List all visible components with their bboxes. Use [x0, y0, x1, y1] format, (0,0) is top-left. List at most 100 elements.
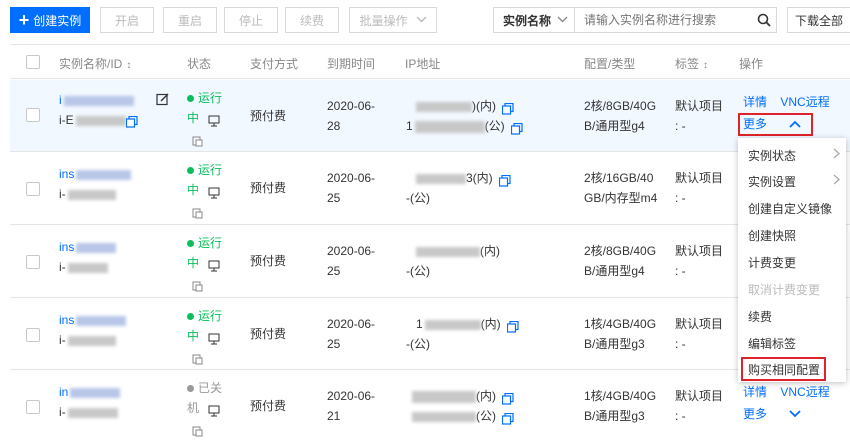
- redacted-text: [76, 315, 127, 326]
- config-cell: 1核/4GB/40G B/通用型g3: [584, 314, 656, 354]
- menu-item-instance-settings[interactable]: 实例设置: [738, 168, 846, 194]
- tags-cell: 默认项目 : -: [675, 314, 723, 354]
- renew-button[interactable]: 续费: [285, 7, 339, 33]
- redacted-text: [70, 387, 121, 398]
- row-checkbox[interactable]: [26, 108, 40, 122]
- public-ip-prefix: 1: [406, 119, 413, 133]
- highlight-box-buy-same-config: [741, 357, 826, 381]
- tag-project: 默认项目: [675, 389, 724, 403]
- payment-type: 预付费: [250, 254, 287, 268]
- table-row: ins i- 运行 中 预付费 2020-06- 25 3(内) -(公) 2核…: [10, 152, 850, 225]
- instance-name-cell: ins i-: [59, 164, 169, 204]
- redacted-text: [416, 173, 466, 184]
- stop-button[interactable]: 停止: [224, 7, 278, 33]
- status-text-2: 中: [187, 183, 200, 197]
- sort-icon[interactable]: ↕: [703, 60, 708, 71]
- create-instance-button[interactable]: + 创建实例: [10, 7, 90, 33]
- copy-icon[interactable]: [125, 114, 138, 134]
- edit-icon[interactable]: [156, 92, 169, 112]
- row-checkbox[interactable]: [26, 400, 40, 414]
- instance-name-link[interactable]: ins: [59, 313, 74, 327]
- vnc-monitor-icon[interactable]: [208, 185, 220, 199]
- vnc-monitor-icon[interactable]: [208, 403, 220, 417]
- copy-icon[interactable]: [506, 319, 519, 333]
- vnc-remote-link[interactable]: VNC远程: [780, 95, 829, 109]
- row-checkbox[interactable]: [26, 182, 40, 196]
- download-all-button[interactable]: 下载全部: [787, 7, 850, 33]
- config-spec: 2核/16GB/40: [584, 171, 654, 185]
- batch-operations-dropdown[interactable]: 批量操作: [349, 7, 437, 33]
- expiry-date-2: 25: [327, 191, 341, 205]
- instance-name-link[interactable]: ins: [59, 167, 74, 181]
- redacted-text: [414, 120, 485, 133]
- agent-icon: [191, 205, 203, 219]
- header-status: 状态: [187, 57, 212, 71]
- row-checkbox[interactable]: [26, 328, 40, 342]
- status-text-2: 机: [187, 401, 200, 415]
- status-text: 已关: [198, 381, 223, 395]
- config-cell: 2核/16GB/40 GB/内存型m4: [584, 168, 657, 208]
- detail-link[interactable]: 详情: [743, 95, 767, 109]
- search-box: 实例名称: [493, 7, 777, 33]
- menu-item-label: 实例设置: [748, 174, 797, 189]
- detail-link[interactable]: 详情: [743, 385, 767, 399]
- vnc-remote-link[interactable]: VNC远程: [780, 385, 829, 399]
- instance-id: i-: [59, 187, 66, 201]
- status-dot-icon: [187, 95, 194, 103]
- menu-item-instance-status[interactable]: 实例状态: [738, 142, 846, 168]
- header-ip: IP地址: [405, 57, 441, 71]
- private-ip: (内): [480, 317, 501, 331]
- start-button[interactable]: 开启: [100, 7, 154, 33]
- instance-name-link[interactable]: in: [59, 385, 68, 399]
- row-checkbox[interactable]: [26, 255, 40, 269]
- private-ip: )(内): [472, 99, 496, 113]
- menu-item-billing-change[interactable]: 计费变更: [738, 249, 846, 275]
- select-all-checkbox[interactable]: [26, 55, 40, 69]
- search-input[interactable]: [575, 9, 752, 31]
- instance-name-link[interactable]: i: [59, 93, 62, 107]
- instance-name-cell: ins i-: [59, 237, 169, 277]
- toolbar: + 创建实例 开启 重启 停止 续费 批量操作 实例名称 下载全部: [0, 0, 850, 40]
- copy-icon[interactable]: [502, 101, 514, 115]
- copy-icon[interactable]: [502, 411, 514, 425]
- search-icon[interactable]: [752, 8, 776, 32]
- menu-item-renew[interactable]: 续费: [738, 303, 846, 329]
- search-field-select[interactable]: 实例名称: [494, 8, 575, 32]
- menu-item-create-custom-image[interactable]: 创建自定义镜像: [738, 195, 846, 221]
- menu-item-create-snapshot[interactable]: 创建快照: [738, 222, 846, 248]
- header-name[interactable]: 实例名称/ID ↕: [59, 55, 131, 72]
- sort-icon[interactable]: ↕: [126, 60, 131, 71]
- vnc-monitor-icon[interactable]: [208, 113, 220, 127]
- more-actions-button[interactable]: 更多: [743, 404, 813, 424]
- config-spec: 2核/8GB/40G: [584, 244, 657, 258]
- instance-name-link[interactable]: ins: [59, 240, 74, 254]
- public-ip: -(公): [406, 191, 430, 205]
- expiry-date: 2020-06-: [327, 99, 376, 113]
- vnc-monitor-icon[interactable]: [208, 331, 220, 345]
- redacted-text: [63, 95, 134, 106]
- agent-icon: [191, 133, 203, 147]
- chevron-right-icon: [833, 148, 840, 162]
- expiry-cell: 2020-06- 25: [327, 241, 375, 281]
- redacted-text: [412, 390, 476, 403]
- status-text-2: 中: [187, 256, 200, 270]
- menu-item-edit-tags[interactable]: 编辑标签: [738, 330, 846, 356]
- ip-cell: (内) -(公): [406, 241, 556, 281]
- config-type: B/通用型g4: [584, 264, 645, 278]
- vnc-monitor-icon[interactable]: [208, 258, 220, 272]
- status-text-2: 中: [187, 329, 200, 343]
- header-tags[interactable]: 标签 ↕: [675, 55, 708, 72]
- copy-icon[interactable]: [498, 173, 511, 187]
- status-text: 运行: [198, 163, 223, 177]
- ip-cell: )(内) 1 (公): [406, 96, 556, 136]
- config-type: B/通用型g3: [584, 409, 645, 423]
- copy-icon[interactable]: [510, 121, 523, 135]
- redacted-text: [67, 407, 118, 418]
- chevron-down-icon: [416, 15, 427, 26]
- copy-icon[interactable]: [502, 391, 514, 405]
- batch-operations-label: 批量操作: [359, 13, 408, 28]
- tag-value: : -: [675, 337, 686, 351]
- restart-button[interactable]: 重启: [163, 7, 217, 33]
- status-cell: 已关 机: [187, 378, 237, 438]
- private-ip: 3(内): [466, 171, 493, 185]
